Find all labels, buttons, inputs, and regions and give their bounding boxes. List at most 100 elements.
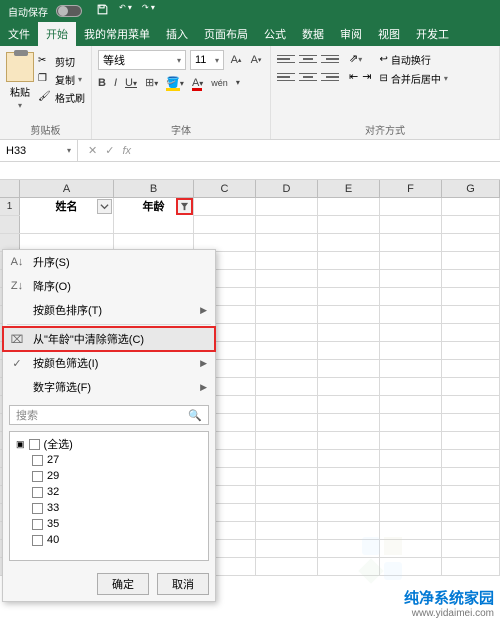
cell[interactable] [442, 396, 500, 414]
cell[interactable] [442, 486, 500, 504]
cell[interactable] [318, 306, 380, 324]
cell[interactable] [442, 234, 500, 252]
cell[interactable] [256, 522, 318, 540]
cell[interactable] [442, 198, 500, 216]
cell[interactable] [318, 216, 380, 234]
align-top-icon[interactable] [277, 52, 295, 66]
cell[interactable] [318, 414, 380, 432]
cell[interactable] [442, 360, 500, 378]
cell[interactable] [380, 360, 442, 378]
menu-sort-desc[interactable]: Z↓降序(O) [3, 274, 215, 298]
cell[interactable] [380, 486, 442, 504]
checkbox[interactable] [32, 455, 43, 466]
menu-sort-color[interactable]: 按颜色排序(T)▶ [3, 298, 215, 322]
cell[interactable] [256, 252, 318, 270]
enter-fx-icon[interactable]: ✓ [105, 144, 114, 157]
cell[interactable] [256, 324, 318, 342]
save-icon[interactable] [96, 3, 109, 19]
cell[interactable] [256, 234, 318, 252]
cell[interactable] [442, 414, 500, 432]
checkbox[interactable] [32, 519, 43, 530]
filter-button-active[interactable] [177, 199, 192, 214]
cell[interactable] [318, 198, 380, 216]
menu-clear-filter[interactable]: ⌧从"年龄"中清除筛选(C) [3, 327, 215, 351]
checkbox[interactable] [32, 503, 43, 514]
wrap-text-button[interactable]: ↩自动换行 [379, 52, 447, 67]
cell[interactable] [442, 468, 500, 486]
cell[interactable] [318, 234, 380, 252]
align-bottom-icon[interactable] [321, 52, 339, 66]
cell[interactable] [380, 324, 442, 342]
cell[interactable] [442, 288, 500, 306]
cell[interactable] [256, 378, 318, 396]
tab-file[interactable]: 文件 [0, 22, 38, 46]
cell[interactable] [318, 378, 380, 396]
align-right-icon[interactable] [321, 70, 339, 84]
fill-color-button[interactable]: 🪣▾ [166, 76, 184, 89]
cell[interactable] [256, 468, 318, 486]
cell[interactable] [256, 306, 318, 324]
cell[interactable] [442, 522, 500, 540]
cell[interactable] [318, 252, 380, 270]
italic-button[interactable]: I [114, 77, 117, 89]
filter-button[interactable] [97, 199, 112, 214]
cell[interactable] [442, 432, 500, 450]
cell[interactable] [256, 288, 318, 306]
cell[interactable] [380, 450, 442, 468]
cell[interactable] [442, 540, 500, 558]
col-header[interactable]: A [20, 180, 114, 197]
cell[interactable] [442, 324, 500, 342]
col-header[interactable]: C [194, 180, 256, 197]
select-all-corner[interactable] [0, 180, 20, 197]
cell[interactable] [20, 216, 114, 234]
cell[interactable] [380, 234, 442, 252]
cell[interactable] [442, 270, 500, 288]
cell[interactable] [380, 468, 442, 486]
cell[interactable] [256, 558, 318, 576]
cell[interactable] [256, 486, 318, 504]
cell[interactable] [256, 342, 318, 360]
bold-button[interactable]: B [98, 77, 106, 89]
font-color-button[interactable]: A▾ [192, 77, 203, 89]
cell[interactable] [318, 342, 380, 360]
redo-icon[interactable]: ↷ ▾ [142, 3, 155, 19]
cell[interactable] [318, 396, 380, 414]
tab-home[interactable]: 开始 [38, 22, 76, 46]
checkbox[interactable] [32, 471, 43, 482]
merge-center-button[interactable]: ⊟合并后居中▾ [379, 71, 447, 86]
formula-input[interactable] [141, 140, 500, 161]
cell[interactable] [318, 504, 380, 522]
cell[interactable] [318, 360, 380, 378]
cell[interactable] [318, 270, 380, 288]
row-header[interactable]: 1 [0, 198, 20, 215]
cell[interactable] [256, 540, 318, 558]
cell[interactable] [380, 504, 442, 522]
cell[interactable] [114, 216, 194, 234]
filter-item[interactable]: 27 [16, 452, 202, 468]
cell[interactable] [380, 198, 442, 216]
cell[interactable] [380, 252, 442, 270]
cell[interactable] [442, 342, 500, 360]
cell[interactable] [380, 342, 442, 360]
cell[interactable] [318, 324, 380, 342]
checkbox[interactable] [32, 535, 43, 546]
menu-number-filter[interactable]: 数字筛选(F)▶ [3, 375, 215, 399]
grow-font-icon[interactable]: A▴ [228, 51, 244, 69]
cell-header-name[interactable]: 姓名 [20, 198, 114, 216]
shrink-font-icon[interactable]: A▾ [248, 51, 264, 69]
cell[interactable] [442, 504, 500, 522]
cell[interactable] [256, 216, 318, 234]
menu-filter-color[interactable]: ✓按颜色筛选(I)▶ [3, 351, 215, 375]
cell[interactable] [318, 450, 380, 468]
format-painter-button[interactable]: 🖌格式刷 [38, 90, 85, 105]
checkbox[interactable] [29, 439, 40, 450]
cell[interactable] [380, 432, 442, 450]
orientation-button[interactable]: ⇗▾ [349, 52, 362, 66]
cell[interactable] [318, 288, 380, 306]
cell[interactable] [256, 504, 318, 522]
paste-button[interactable]: 粘贴 ▾ [6, 50, 34, 120]
cut-button[interactable]: ✂剪切 [38, 54, 85, 69]
tab-review[interactable]: 审阅 [332, 22, 370, 46]
col-header[interactable]: G [442, 180, 500, 197]
autosave-toggle[interactable] [56, 5, 82, 17]
